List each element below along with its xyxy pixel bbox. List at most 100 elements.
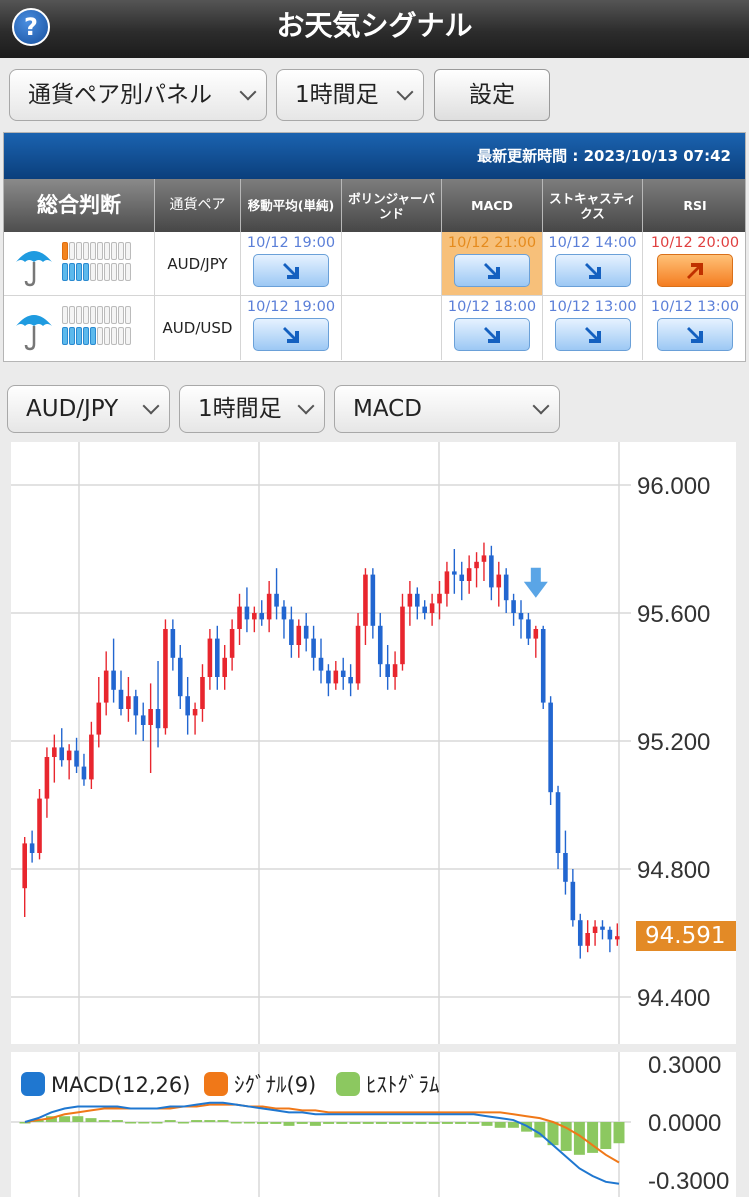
bollinger-signal-cell[interactable] (342, 232, 442, 296)
histogram-bar (283, 1122, 295, 1126)
candle (459, 574, 465, 581)
rsi-signal-cell[interactable]: 10/12 20:00 (643, 232, 745, 296)
candle (422, 606, 427, 613)
stochastics-signal-cell[interactable]: 10/12 13:00 (543, 296, 643, 360)
candle (266, 593, 272, 620)
signal-button[interactable] (454, 318, 530, 351)
candle (222, 657, 227, 677)
app-title: お天気シグナル (276, 9, 473, 42)
header-moving-average: 移動平均(単純) (241, 179, 342, 232)
histogram-bar (309, 1122, 321, 1126)
pair-name[interactable]: AUD/USD (155, 296, 241, 360)
stochastics-signal-cell[interactable]: 10/12 14:00 (543, 232, 643, 296)
histogram-bar (600, 1122, 612, 1150)
arrow-down-right-icon (584, 262, 601, 279)
candle (518, 613, 524, 620)
candle (259, 613, 265, 620)
arrow-down-right-icon (584, 326, 601, 343)
price-chart[interactable]: 96.000 95.600 95.200 94.800 94.400 (11, 442, 736, 1044)
timeframe-select[interactable]: 1時間足 (276, 69, 424, 121)
chevron-down-icon (142, 397, 160, 415)
signal-button[interactable] (253, 254, 329, 287)
chevron-down-icon (396, 83, 414, 101)
candle (577, 920, 583, 946)
bollinger-signal-cell[interactable] (342, 296, 442, 360)
signal-button[interactable] (657, 254, 733, 287)
signal-button[interactable] (554, 254, 631, 287)
chart-timeframe-select[interactable]: 1時間足 (179, 385, 325, 433)
candle (200, 677, 205, 709)
candle (363, 574, 368, 626)
macd-signal-cell[interactable]: 10/12 18:00 (442, 296, 543, 360)
histogram-bar (191, 1120, 203, 1122)
candle (66, 750, 72, 761)
signal-time: 10/12 13:00 (548, 299, 637, 315)
candle (474, 561, 479, 569)
signal-button[interactable] (454, 254, 530, 287)
histogram-bar (507, 1122, 519, 1128)
candle (163, 629, 168, 729)
arrow-down-right-icon (484, 262, 500, 279)
histogram-bar (494, 1122, 506, 1128)
overall-cell[interactable] (4, 232, 155, 296)
histogram-bar (98, 1120, 110, 1122)
candle (452, 571, 457, 575)
histogram-bar (72, 1116, 84, 1122)
pair-name[interactable]: AUD/JPY (155, 232, 241, 296)
histogram-bar (151, 1122, 163, 1124)
current-price-badge: 94.591 (636, 921, 736, 951)
y-tick-label: 95.200 (637, 729, 710, 756)
signal-button[interactable] (253, 318, 329, 351)
candle (296, 625, 302, 645)
arrow-down-right-icon (687, 326, 703, 343)
histogram-bar (455, 1122, 467, 1124)
signal-button[interactable] (657, 318, 733, 351)
indicator-select[interactable]: MACD (334, 385, 560, 433)
macd-signal-cell[interactable]: 10/12 21:00 (442, 232, 543, 296)
ma-signal-cell[interactable]: 10/12 19:00 (241, 296, 342, 360)
signal-button[interactable] (554, 318, 631, 351)
histogram-bar (534, 1122, 546, 1138)
arrow-down-right-icon (283, 326, 299, 343)
chart-pair-select[interactable]: AUD/JPY (7, 385, 170, 433)
candle (592, 926, 598, 933)
signal-time: 10/12 13:00 (650, 299, 740, 315)
candle (118, 689, 124, 709)
candle (496, 574, 502, 588)
candle (103, 670, 109, 703)
strength-meter (62, 306, 131, 348)
overall-cell[interactable] (4, 296, 155, 360)
y-tick-label: -0.3000 (648, 1168, 729, 1195)
ma-signal-cell[interactable]: 10/12 19:00 (241, 232, 342, 296)
histogram-bar (230, 1122, 242, 1124)
header-overall: 総合判断 (4, 179, 155, 232)
last-updated: 最新更新時間 : 2023/10/13 07:42 (4, 133, 745, 179)
candle (489, 555, 494, 588)
candle (126, 696, 131, 709)
candle (22, 843, 27, 889)
candle (148, 709, 153, 725)
chevron-down-icon (532, 397, 550, 415)
y-tick-label: 94.400 (637, 985, 710, 1012)
candle (81, 766, 87, 780)
panel-type-select[interactable]: 通貨ペア別パネル (9, 69, 267, 121)
candle (333, 670, 339, 684)
rsi-signal-cell[interactable]: 10/12 13:00 (643, 296, 745, 360)
candle (600, 926, 605, 930)
histogram-bar (85, 1118, 97, 1122)
legend-swatch (204, 1072, 228, 1096)
candle (289, 619, 294, 645)
candle (415, 593, 420, 607)
macd-plot: 0.3000 0.0000 -0.3000 MACD(12,26) ｼｸﾞﾅﾙ(9) ﾋｽ… (11, 1052, 729, 1197)
y-tick-label: 0.0000 (648, 1110, 721, 1137)
candle (318, 657, 324, 671)
candle (59, 747, 65, 761)
candle (140, 715, 146, 725)
macd-chart[interactable]: 0.3000 0.0000 -0.3000 MACD(12,26) ｼｸﾞﾅﾙ(9) ﾋｽ… (11, 1052, 736, 1197)
legend-label: ﾋｽﾄｸﾞﾗﾑ (366, 1073, 440, 1097)
legend-label: ｼｸﾞﾅﾙ(9) (234, 1073, 316, 1097)
help-icon[interactable]: ? (12, 8, 50, 46)
settings-button[interactable]: 設定 (434, 69, 550, 121)
chevron-down-icon (297, 397, 315, 415)
candle (52, 747, 57, 757)
